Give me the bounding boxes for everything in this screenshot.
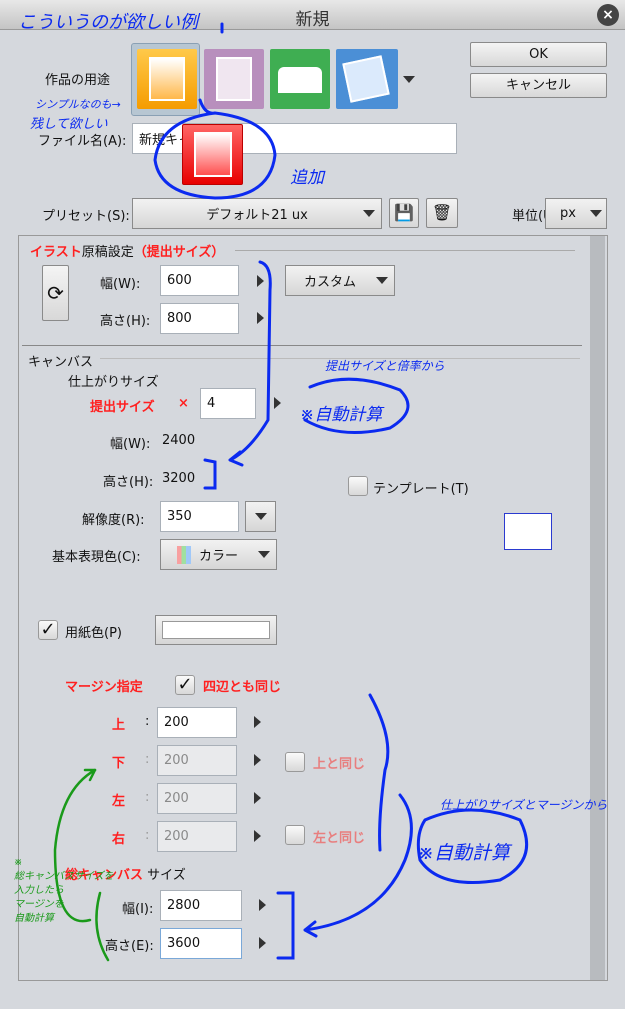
arrow-stroke <box>228 260 272 467</box>
annotation-from-margin: 仕上がりサイズとマージンから <box>440 798 608 812</box>
annotation-added: 追加 <box>290 168 324 188</box>
annotation-from-scale: 提出サイズと倍率から <box>325 359 445 373</box>
added-circle-stroke <box>153 98 277 200</box>
annotation-green: ※ 総キャンバスサイズを 入力したら マージンを 自動計算 <box>14 857 114 924</box>
annotation-auto1: ※自動計算 <box>300 405 383 425</box>
annotation-keep1: シンプルなのも→ <box>35 98 121 111</box>
annotation-keep2: 残して欲しい <box>30 117 108 132</box>
annotation-want: こういうのが欲しい例 <box>18 12 198 33</box>
annotation-auto2: ※自動計算 <box>418 842 510 864</box>
